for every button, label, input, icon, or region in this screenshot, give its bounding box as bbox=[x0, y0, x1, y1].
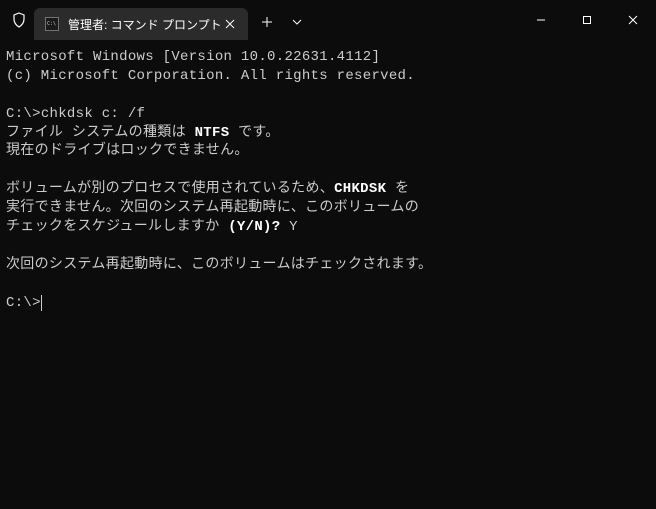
cursor-icon bbox=[41, 295, 42, 311]
output-highlight: CHKDSK bbox=[334, 181, 386, 197]
cmd-icon: C:\ bbox=[44, 16, 60, 32]
output-line: です。 bbox=[229, 125, 279, 141]
shield-icon bbox=[10, 11, 28, 29]
window-titlebar: C:\ 管理者: コマンド プロンプト bbox=[0, 0, 656, 40]
output-line: 次回のシステム再起動時に、このボリュームはチェックされます。 bbox=[6, 257, 432, 273]
svg-text:C:\: C:\ bbox=[47, 21, 56, 27]
prompt: C:\> bbox=[6, 106, 41, 122]
output-line: Microsoft Windows [Version 10.0.22631.41… bbox=[6, 49, 380, 65]
output-line: 現在のドライブはロックできません。 bbox=[6, 143, 249, 159]
minimize-button[interactable] bbox=[518, 0, 564, 40]
close-button[interactable] bbox=[610, 0, 656, 40]
tab-close-button[interactable] bbox=[222, 16, 238, 32]
maximize-button[interactable] bbox=[564, 0, 610, 40]
output-highlight: NTFS bbox=[195, 125, 230, 141]
tab-active[interactable]: C:\ 管理者: コマンド プロンプト bbox=[34, 8, 248, 40]
tab-title: 管理者: コマンド プロンプト bbox=[68, 16, 222, 33]
output-line: を bbox=[386, 181, 409, 197]
output-highlight: (Y/N)? bbox=[228, 219, 280, 235]
output-line: チェックをスケジュールしますか bbox=[6, 219, 228, 235]
terminal-output[interactable]: Microsoft Windows [Version 10.0.22631.41… bbox=[0, 40, 656, 320]
new-tab-button[interactable] bbox=[252, 7, 282, 37]
output-line: (c) Microsoft Corporation. All rights re… bbox=[6, 68, 415, 84]
output-line: ファイル システムの種類は bbox=[6, 125, 195, 141]
user-input: Y bbox=[280, 219, 297, 235]
command-text: chkdsk c: /f bbox=[41, 106, 145, 122]
prompt: C:\> bbox=[6, 295, 41, 311]
output-line: 実行できません。次回のシステム再起動時に、このボリュームの bbox=[6, 200, 419, 216]
output-line: ボリュームが別のプロセスで使用されているため、 bbox=[6, 181, 334, 197]
tab-dropdown-button[interactable] bbox=[282, 7, 312, 37]
